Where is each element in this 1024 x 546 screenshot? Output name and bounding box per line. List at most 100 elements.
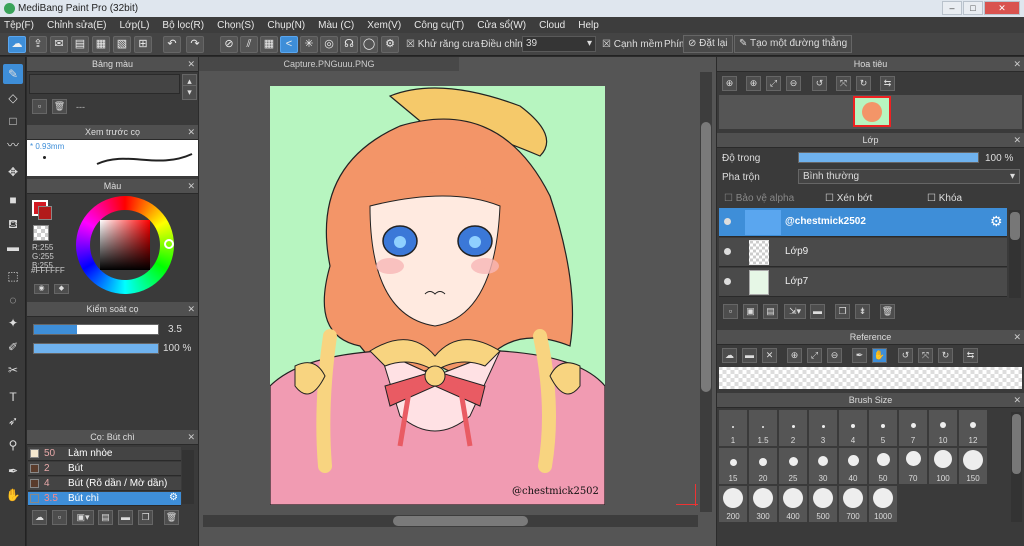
- ref-eyedropper-icon[interactable]: ✒: [852, 348, 867, 363]
- delete-palette-icon[interactable]: 🗑: [52, 99, 67, 114]
- close-window-button[interactable]: ✕: [984, 1, 1020, 15]
- menu-select[interactable]: Chọn(S): [217, 20, 254, 31]
- blend-mode-dropdown[interactable]: Bình thường ▾: [798, 169, 1020, 184]
- brush-size-preset[interactable]: 300: [749, 486, 777, 522]
- brush-settings-icon[interactable]: ▤: [98, 510, 113, 525]
- maximize-button[interactable]: □: [963, 1, 983, 15]
- delete-brush-icon[interactable]: 🗑: [164, 510, 179, 525]
- zoom-in-icon[interactable]: ⊕: [746, 76, 761, 91]
- menu-layer[interactable]: Lớp(L): [120, 20, 150, 31]
- menu-view[interactable]: Xem(V): [367, 20, 401, 31]
- brush-size-slider[interactable]: [33, 324, 159, 335]
- snap-ellipse-icon[interactable]: ◯: [360, 36, 378, 53]
- layer-name[interactable]: Lớp7: [785, 276, 808, 287]
- brush-size-preset[interactable]: 12: [959, 410, 987, 446]
- brush-size-preset[interactable]: 100: [929, 448, 957, 484]
- ref-rotate-right-icon[interactable]: ↻: [938, 348, 953, 363]
- brush-size-preset[interactable]: 15: [719, 448, 747, 484]
- gear-icon[interactable]: ⚙: [169, 492, 178, 503]
- flip-icon[interactable]: ⇆: [880, 76, 895, 91]
- gradient-tool-icon[interactable]: ▬: [3, 237, 23, 257]
- brush-size-preset[interactable]: 2: [779, 410, 807, 446]
- bucket-tool-icon[interactable]: ⛾: [3, 214, 23, 234]
- edge-checkbox[interactable]: ☒ Cạnh mềm: [602, 39, 663, 50]
- snap-curve-icon[interactable]: ☊: [340, 36, 358, 53]
- eyedropper2-tool-icon[interactable]: ✒: [3, 461, 23, 481]
- add-brush-icon[interactable]: ☁: [32, 510, 47, 525]
- eye-icon[interactable]: [724, 248, 731, 255]
- brush-size-preset[interactable]: 700: [839, 486, 867, 522]
- snap-parallel-icon[interactable]: ⫽: [240, 36, 258, 53]
- snap-perspective-icon[interactable]: <: [280, 36, 298, 53]
- new-8bit-layer-icon[interactable]: ▤: [763, 304, 778, 319]
- panel-close-icon[interactable]: ✕: [1013, 393, 1021, 408]
- brush-size-preset[interactable]: 10: [929, 410, 957, 446]
- saturation-square[interactable]: [100, 220, 150, 270]
- navigator-thumbnail[interactable]: [853, 96, 891, 127]
- menu-help[interactable]: Help: [578, 20, 599, 31]
- layer-row[interactable]: Lớp7: [719, 268, 1007, 297]
- duplicate-layer-icon[interactable]: ❐: [835, 304, 850, 319]
- layer-opacity-slider[interactable]: [798, 152, 979, 163]
- cloud-icon[interactable]: ☁: [8, 36, 26, 53]
- brush-size-preset[interactable]: 150: [959, 448, 987, 484]
- panel-close-icon[interactable]: ✕: [187, 57, 195, 72]
- zoom-out-icon[interactable]: ⊖: [786, 76, 801, 91]
- brush-size-preset[interactable]: 1.5: [749, 410, 777, 446]
- vertical-scroll-thumb[interactable]: [701, 122, 711, 392]
- gear-icon[interactable]: ⚙: [990, 213, 1003, 230]
- menu-window[interactable]: Cửa sổ(W): [477, 20, 526, 31]
- antialias-checkbox[interactable]: ☒ Khử răng cưa: [406, 39, 480, 50]
- layer-name[interactable]: Lớp9: [785, 246, 808, 257]
- ref-zoom-in-icon[interactable]: ⊕: [787, 348, 802, 363]
- snap-settings-icon[interactable]: ⚙: [381, 36, 399, 53]
- brush-list-item[interactable]: 2 Bút: [28, 462, 181, 476]
- hand-tool-icon[interactable]: ✋: [3, 485, 23, 505]
- layer-menu-icon[interactable]: ⇲▾: [784, 304, 806, 319]
- close-reference-icon[interactable]: ✕: [762, 348, 777, 363]
- horizontal-scrollbar[interactable]: [203, 515, 698, 527]
- ref-flip-icon[interactable]: ⇆: [963, 348, 978, 363]
- hue-handle[interactable]: [164, 239, 174, 249]
- vertical-scrollbar[interactable]: [700, 72, 712, 512]
- document-tab[interactable]: Capture.PNGuuu.PNG: [199, 57, 459, 71]
- snap-grid-icon[interactable]: ▦: [260, 36, 278, 53]
- drawing-canvas[interactable]: [270, 86, 605, 505]
- sub-color-swatch[interactable]: [38, 206, 52, 220]
- brush-list-item[interactable]: 4 Bút (Rõ dần / Mờ dần): [28, 477, 181, 491]
- fit-window-icon[interactable]: ⤢: [766, 76, 781, 91]
- new-brush-icon[interactable]: ▫: [52, 510, 67, 525]
- panel-close-icon[interactable]: ✕: [187, 179, 195, 194]
- dot-tool-icon[interactable]: □: [3, 111, 23, 131]
- brush-size-preset[interactable]: 1: [719, 410, 747, 446]
- eye-icon[interactable]: [724, 278, 731, 285]
- load-reference-icon[interactable]: ▬: [742, 348, 757, 363]
- brush-size-preset[interactable]: 70: [899, 448, 927, 484]
- brush-size-preset[interactable]: 20: [749, 448, 777, 484]
- color-mode-icon[interactable]: ◉: [34, 284, 49, 294]
- brush-list-scrollbar[interactable]: [182, 450, 194, 504]
- create-line-button[interactable]: ✎ Tạo một đường thẳng: [734, 35, 853, 53]
- brush-folder-icon[interactable]: ▬: [118, 510, 133, 525]
- lasso-tool-icon[interactable]: ◌: [3, 290, 23, 310]
- menu-tools[interactable]: Công cụ(T): [414, 20, 464, 31]
- panel-close-icon[interactable]: ✕: [187, 430, 195, 445]
- panel-close-icon[interactable]: ✕: [187, 125, 195, 140]
- apps-icon[interactable]: ⊞: [134, 36, 152, 53]
- menu-color[interactable]: Màu (C): [318, 20, 354, 31]
- ref-hand-icon[interactable]: ✋: [872, 348, 887, 363]
- brush-size-preset[interactable]: 4: [839, 410, 867, 446]
- brush-menu-icon[interactable]: ▣▾: [72, 510, 94, 525]
- snap-radial-icon[interactable]: ✳: [300, 36, 318, 53]
- new-palette-icon[interactable]: ▫: [32, 99, 47, 114]
- reset-button[interactable]: ⊘ Đặt lại: [683, 35, 733, 53]
- delete-layer-icon[interactable]: 🗑: [880, 304, 895, 319]
- open-reference-icon[interactable]: ☁: [722, 348, 737, 363]
- brush-size-scroll-thumb[interactable]: [1012, 414, 1021, 474]
- ref-rotate-left-icon[interactable]: ↺: [898, 348, 913, 363]
- scroll-down-icon[interactable]: ▾: [182, 85, 197, 100]
- select-rect-tool-icon[interactable]: ⬚: [3, 266, 23, 286]
- brush-size-preset[interactable]: 50: [869, 448, 897, 484]
- ref-fit-icon[interactable]: ⤢: [807, 348, 822, 363]
- brush-size-preset[interactable]: 500: [809, 486, 837, 522]
